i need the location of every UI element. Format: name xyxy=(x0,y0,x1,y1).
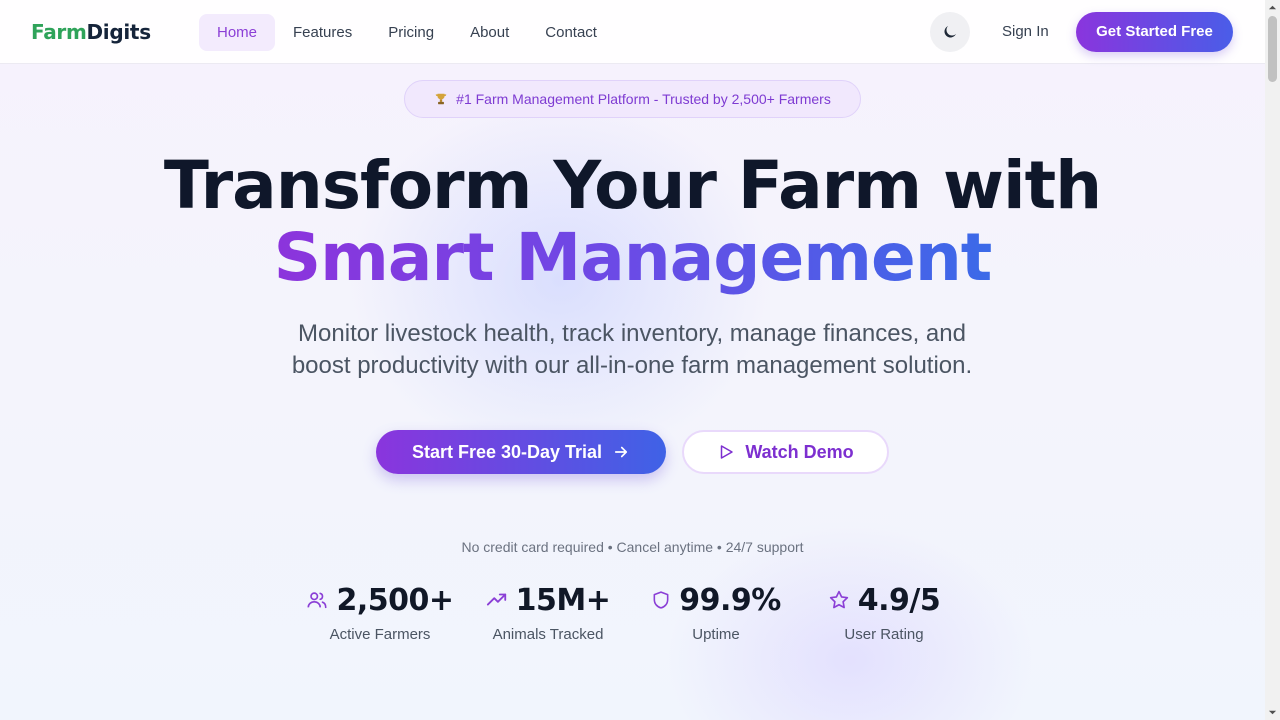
start-trial-label: Start Free 30-Day Trial xyxy=(411,441,603,462)
nav-item-features[interactable]: Features xyxy=(275,14,370,51)
users-icon xyxy=(307,592,328,609)
scrollbar-thumb[interactable] xyxy=(1268,16,1277,82)
nav-item-home[interactable]: Home xyxy=(199,14,276,51)
get-started-button[interactable]: Get Started Free xyxy=(1076,12,1233,52)
stat-value: 2,500+ xyxy=(336,582,454,618)
trust-badge: #1 Farm Management Platform - Trusted by… xyxy=(404,80,861,118)
watch-demo-button[interactable]: Watch Demo xyxy=(682,430,889,474)
trust-badge-text: #1 Farm Management Platform - Trusted by… xyxy=(456,91,831,107)
hero-subtitle-line1: Monitor livestock health, track inventor… xyxy=(298,320,966,347)
top-header: Farm Digits Home Features Pricing About … xyxy=(0,0,1265,64)
hero-title-gradient: Smart Management xyxy=(273,219,993,296)
stat-user-rating: 4.9/5 User Rating xyxy=(800,580,968,643)
watch-demo-label: Watch Demo xyxy=(745,441,854,462)
star-icon xyxy=(829,590,848,609)
main-nav: Home Features Pricing About Contact xyxy=(199,14,615,51)
farmdigits-logo[interactable]: Farm Digits xyxy=(31,17,151,47)
stat-label: Uptime xyxy=(692,626,740,643)
stat-value: 4.9/5 xyxy=(857,582,941,618)
stat-label: Active Farmers xyxy=(329,626,431,643)
stat-label: User Rating xyxy=(844,626,924,643)
stat-label: Animals Tracked xyxy=(492,626,604,643)
stat-animals-tracked: 15M+ Animals Tracked xyxy=(464,580,632,643)
scroll-down-arrow-icon[interactable] xyxy=(1268,708,1277,717)
moon-icon xyxy=(944,26,956,38)
scroll-up-arrow-icon[interactable] xyxy=(1268,3,1277,12)
hero-title-line1: Transform Your Farm with xyxy=(163,147,1102,224)
nav-item-pricing[interactable]: Pricing xyxy=(370,14,452,51)
nav-item-about[interactable]: About xyxy=(452,14,527,51)
stat-uptime: 99.9% Uptime xyxy=(632,580,800,643)
trial-note: No credit card required • Cancel anytime… xyxy=(461,539,804,555)
theme-toggle-button[interactable] xyxy=(930,12,970,52)
landing-page: Farm Digits Home Features Pricing About … xyxy=(0,0,1265,720)
page-scrollbar[interactable] xyxy=(1265,0,1280,720)
start-trial-button[interactable]: Start Free 30-Day Trial xyxy=(376,430,666,474)
trophy-icon xyxy=(435,93,447,105)
arrow-right-icon xyxy=(614,446,628,458)
stat-value: 15M+ xyxy=(515,582,611,618)
logo-text-farm: Farm xyxy=(31,20,87,44)
stat-value: 99.9% xyxy=(679,582,781,618)
hero-title-line2: Smart Management xyxy=(0,218,1265,298)
play-icon xyxy=(721,445,734,459)
hero-subtitle-line2: boost productivity with our all-in-one f… xyxy=(291,352,973,379)
shield-icon xyxy=(653,591,669,609)
logo-text-digits: Digits xyxy=(86,20,152,44)
stat-active-farmers: 2,500+ Active Farmers xyxy=(296,580,464,643)
trending-up-icon xyxy=(486,593,506,606)
nav-item-contact[interactable]: Contact xyxy=(527,14,615,51)
hero-subtitle: Monitor livestock health, track inventor… xyxy=(232,318,1032,382)
sign-in-link[interactable]: Sign In xyxy=(984,12,1067,52)
